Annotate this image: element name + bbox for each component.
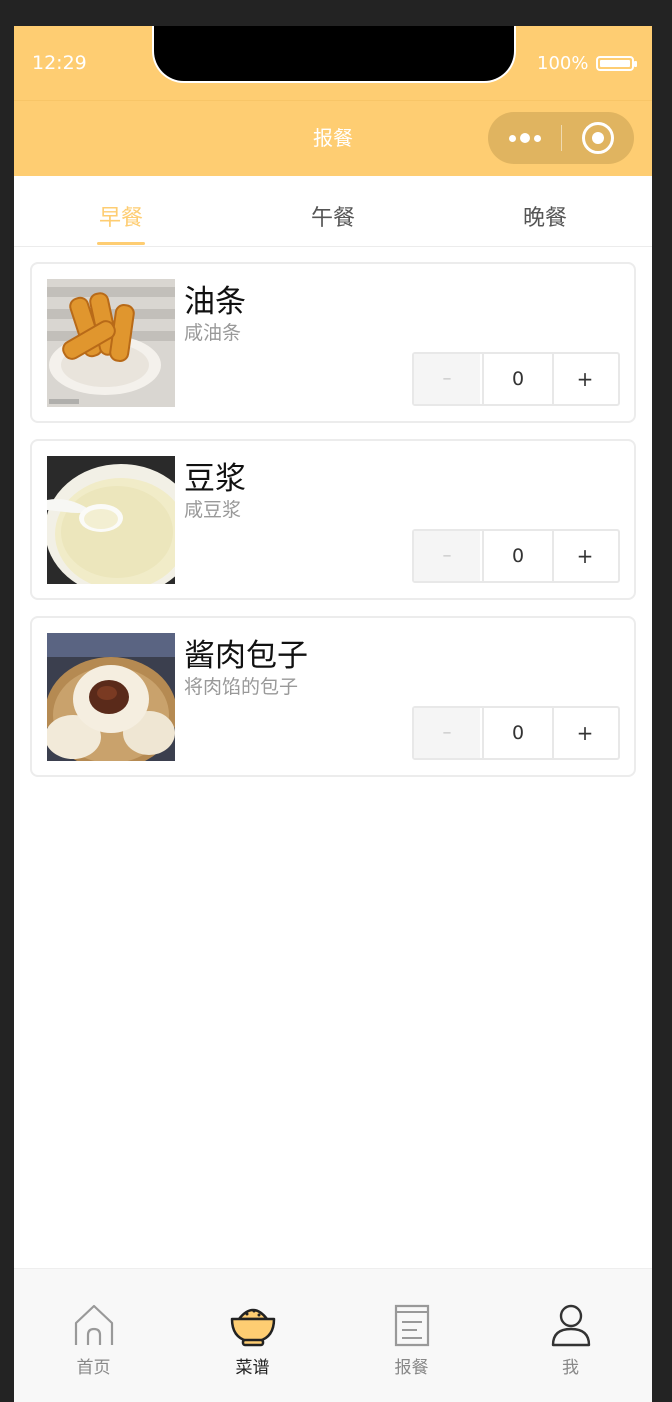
increase-button[interactable]: + bbox=[552, 531, 618, 581]
close-target-icon[interactable] bbox=[582, 122, 614, 154]
quantity-stepper: – 0 + bbox=[412, 352, 620, 406]
document-icon bbox=[394, 1304, 430, 1347]
quantity-value[interactable]: 0 bbox=[482, 708, 554, 758]
notch bbox=[154, 26, 514, 81]
tabbar-item-recipes[interactable]: 菜谱 bbox=[173, 1269, 332, 1402]
tabbar-label: 报餐 bbox=[394, 1358, 429, 1378]
more-icon[interactable] bbox=[488, 112, 561, 164]
quantity-stepper: – 0 + bbox=[412, 529, 620, 583]
tabbar-item-order[interactable]: 报餐 bbox=[332, 1269, 491, 1402]
home-icon bbox=[74, 1304, 114, 1345]
menu-item-card: 油条 咸油条 – 0 + bbox=[30, 262, 636, 423]
tab-lunch[interactable]: 午餐 bbox=[263, 200, 403, 232]
active-tab-indicator bbox=[97, 242, 145, 245]
header-divider bbox=[14, 100, 652, 101]
item-name: 油条 bbox=[184, 284, 246, 320]
tabbar-item-me[interactable]: 我 bbox=[491, 1269, 650, 1402]
youtiao-image bbox=[47, 279, 175, 407]
increase-button[interactable]: + bbox=[552, 354, 618, 404]
tabbar-item-home[interactable]: 首页 bbox=[14, 1269, 173, 1402]
item-description: 咸豆浆 bbox=[184, 499, 242, 521]
rice-bowl-icon bbox=[230, 1308, 276, 1347]
decrease-button[interactable]: – bbox=[414, 354, 480, 404]
item-name: 酱肉包子 bbox=[184, 638, 308, 674]
increase-button[interactable]: + bbox=[552, 708, 618, 758]
quantity-value[interactable]: 0 bbox=[482, 354, 554, 404]
tab-dinner[interactable]: 晚餐 bbox=[475, 200, 615, 232]
item-description: 咸油条 bbox=[184, 322, 242, 344]
quantity-value[interactable]: 0 bbox=[482, 531, 554, 581]
decrease-button[interactable]: – bbox=[414, 531, 480, 581]
capsule-divider bbox=[561, 125, 562, 151]
baozi-image bbox=[47, 633, 175, 761]
tabbar-label: 首页 bbox=[76, 1358, 111, 1378]
menu-item-card: 豆浆 咸豆浆 – 0 + bbox=[30, 439, 636, 600]
tab-breakfast[interactable]: 早餐 bbox=[51, 200, 191, 232]
item-name: 豆浆 bbox=[184, 461, 246, 497]
phone-screen: 12:29 100% 报餐 早餐 午餐 晚餐 油条 咸油条 – 0 + 豆浆 咸… bbox=[14, 26, 652, 1402]
header: 12:29 100% 报餐 bbox=[14, 26, 652, 176]
decrease-button[interactable]: – bbox=[414, 708, 480, 758]
bottom-tab-bar: 首页 菜谱 报餐 我 bbox=[14, 1268, 652, 1402]
soy-milk-image bbox=[47, 456, 175, 584]
tabbar-label: 我 bbox=[562, 1358, 579, 1378]
battery-icon bbox=[596, 56, 637, 71]
mini-program-capsule bbox=[488, 112, 634, 164]
battery-percent: 100% bbox=[537, 53, 589, 74]
menu-item-card: 酱肉包子 将肉馅的包子 – 0 + bbox=[30, 616, 636, 777]
meal-tabs: 早餐 午餐 晚餐 bbox=[14, 176, 652, 247]
status-time: 12:29 bbox=[32, 52, 87, 74]
item-description: 将肉馅的包子 bbox=[184, 676, 299, 698]
tabbar-label: 菜谱 bbox=[235, 1358, 270, 1378]
user-icon bbox=[551, 1304, 591, 1347]
quantity-stepper: – 0 + bbox=[412, 706, 620, 760]
